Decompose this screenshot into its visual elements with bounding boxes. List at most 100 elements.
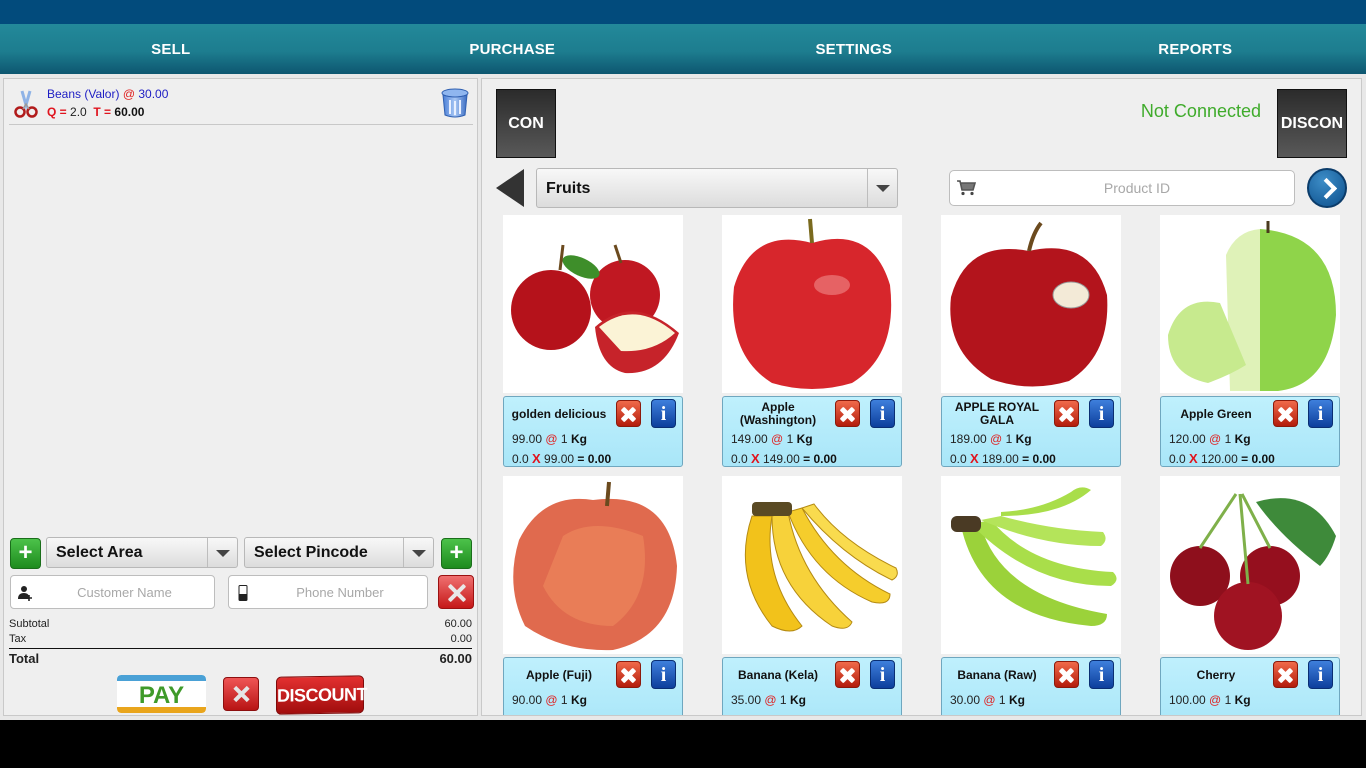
product-id-field[interactable] [949, 170, 1295, 206]
disconnect-button[interactable]: DISCON [1277, 89, 1347, 158]
customer-name-field[interactable] [10, 575, 215, 609]
product-image[interactable] [503, 215, 683, 393]
product-info: Apple (Fuji) i 90.00 @ 1 Kg [503, 657, 683, 715]
price-qty: 1 [1224, 432, 1232, 446]
cherries-image [1170, 493, 1336, 650]
subtotal-row: Subtotal 60.00 [9, 617, 472, 632]
chevron-right-icon[interactable] [1307, 168, 1347, 208]
info-icon[interactable]: i [1089, 399, 1114, 428]
pincode-select-label: Select Pincode [254, 544, 368, 561]
info-icon[interactable]: i [1308, 660, 1333, 689]
price-unit: Kg [1008, 693, 1025, 707]
product-image[interactable] [941, 476, 1121, 654]
calc-qty: 0.0 [731, 452, 748, 466]
product-calculation: 0.0 X 149.00 = 0.00 [731, 451, 837, 466]
product-name: Cherry [1196, 667, 1236, 682]
price-qty: 1 [560, 693, 568, 707]
subtotal-value: 60.00 [444, 618, 472, 630]
discount-button[interactable]: DISCOUNT [276, 675, 367, 715]
area-select[interactable]: Select Area [46, 537, 238, 568]
product-image[interactable] [1160, 476, 1340, 654]
cart-item-name-text: Beans (Valor) [47, 87, 120, 101]
price-unit: Kg [789, 693, 806, 707]
info-icon[interactable]: i [1089, 660, 1114, 689]
pay-button[interactable]: PAY [117, 675, 206, 713]
customer-name-input[interactable] [39, 576, 210, 608]
info-icon[interactable]: i [1308, 399, 1333, 428]
calc-price: 120.00 [1201, 452, 1238, 466]
remove-product-button[interactable] [1054, 400, 1079, 427]
status-bar [0, 0, 1366, 24]
product-image[interactable] [722, 215, 902, 393]
price-value: 30.00 [950, 693, 981, 707]
equals-symbol: = [1241, 452, 1249, 466]
product-name: Apple (Washington) [739, 401, 817, 427]
remove-product-button[interactable] [835, 400, 860, 427]
info-icon[interactable]: i [651, 399, 676, 428]
tab-sell[interactable]: SELL [0, 24, 342, 74]
green-bananas-image [951, 487, 1117, 626]
at-symbol: @ [990, 432, 1003, 446]
remove-product-button[interactable] [616, 661, 641, 688]
product-price: 100.00 @ 1 Kg [1169, 693, 1251, 707]
tab-reports[interactable]: REPORTS [1025, 24, 1366, 74]
info-icon[interactable]: i [651, 660, 676, 689]
multiply-symbol: X [1189, 451, 1198, 466]
product-name: Apple Green [1180, 406, 1252, 421]
qty-label: Q = [47, 105, 67, 119]
remove-product-button[interactable] [835, 661, 860, 688]
remove-product-button[interactable] [1054, 661, 1079, 688]
scissors-icon[interactable] [13, 89, 39, 119]
remove-product-button[interactable] [1273, 400, 1298, 427]
price-unit: Kg [570, 432, 587, 446]
pos-app: SELL PURCHASE SETTINGS REPORTS Beans (Va… [0, 0, 1366, 768]
calc-result: 0.00 [587, 452, 612, 466]
pincode-select[interactable]: Select Pincode [244, 537, 434, 568]
back-arrow-icon[interactable] [496, 169, 524, 207]
remove-product-button[interactable] [616, 400, 641, 427]
add-area-button[interactable]: + [10, 538, 41, 569]
product-info: Banana (Kela) i 35.00 @ 1 Kg [722, 657, 902, 715]
product-calculation: 0.0 X 120.00 = 0.00 [1169, 451, 1275, 466]
product-image[interactable] [503, 476, 683, 654]
tax-value: 0.00 [450, 633, 472, 645]
product-image[interactable] [722, 476, 902, 654]
chevron-down-icon [403, 538, 433, 567]
category-select[interactable]: Fruits [536, 168, 898, 208]
product-name: golden delicious [511, 406, 607, 421]
pay-bar-top [117, 675, 206, 681]
at-symbol: @ [545, 432, 558, 446]
info-icon[interactable]: i [870, 660, 895, 689]
tab-settings[interactable]: SETTINGS [683, 24, 1025, 74]
product-id-input[interactable] [984, 171, 1290, 205]
product-image[interactable] [941, 215, 1121, 393]
product-info: Apple (Washington) i 149.00 @ 1 Kg 0.0 X 14… [722, 396, 902, 467]
fuji-apple-image [513, 481, 677, 651]
price-unit: Kg [1015, 432, 1032, 446]
phone-icon [238, 585, 248, 601]
calc-result: 0.00 [1032, 452, 1056, 466]
price-value: 35.00 [731, 693, 762, 707]
trash-icon[interactable] [439, 87, 471, 119]
cart-item[interactable]: Beans (Valor) @ 30.00 Q = 2.0 T = 60.00 [9, 83, 473, 125]
info-icon[interactable]: i [870, 399, 895, 428]
tab-purchase[interactable]: PURCHASE [342, 24, 684, 74]
equals-symbol: = [1022, 452, 1030, 466]
product-info: APPLE ROYAL GALA i 189.00 @ 1 Kg 0.0 X 189.… [941, 396, 1121, 467]
add-pincode-button[interactable]: + [441, 538, 472, 569]
add-user-icon [18, 586, 32, 601]
connect-button[interactable]: CON [496, 89, 556, 158]
equals-symbol: = [803, 452, 811, 466]
remove-product-button[interactable] [1273, 661, 1298, 688]
cancel-sale-button[interactable] [223, 677, 259, 711]
phone-number-field[interactable] [228, 575, 428, 609]
price-qty: 1 [1005, 432, 1013, 446]
product-price: 30.00 @ 1 Kg [950, 693, 1025, 707]
pay-label: PAY [138, 682, 185, 709]
clear-customer-button[interactable] [438, 575, 474, 609]
product-image[interactable] [1160, 215, 1340, 393]
price-qty: 1 [1224, 693, 1232, 707]
main-area: Beans (Valor) @ 30.00 Q = 2.0 T = 60.00 [0, 74, 1366, 720]
price-value: 120.00 [1169, 432, 1206, 446]
phone-number-input[interactable] [257, 576, 423, 608]
